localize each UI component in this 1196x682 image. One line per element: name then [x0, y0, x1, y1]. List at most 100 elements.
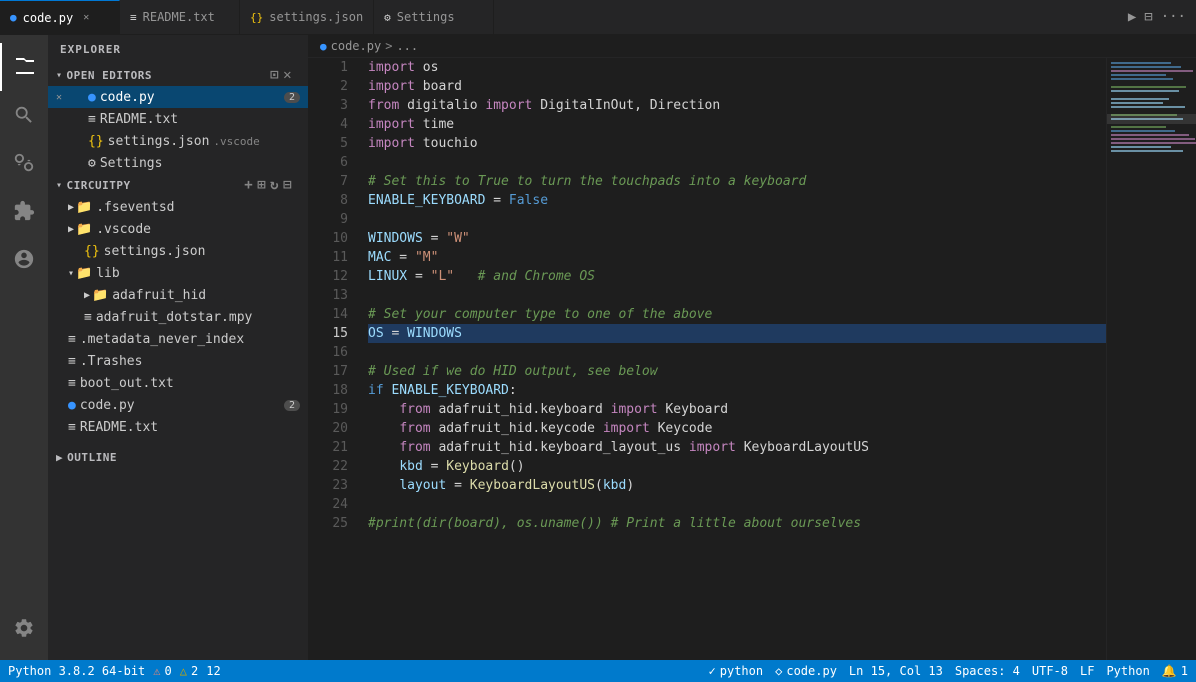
folder-icon: 📁 — [92, 288, 108, 303]
file-boot-out[interactable]: ≡ boot_out.txt — [48, 372, 308, 394]
code-icon: ◇ — [775, 664, 782, 678]
refresh-icon[interactable]: ↻ — [270, 177, 279, 193]
settings-icon: ⚙ — [384, 11, 391, 24]
tab-settings-json[interactable]: {} settings.json — [240, 0, 374, 35]
remote-icon — [13, 248, 35, 270]
circuitpy-section[interactable]: ▾ CIRCUITPY + ⊞ ↻ ⊟ — [48, 174, 308, 196]
python-version-item[interactable]: Python 3.8.2 64-bit — [8, 664, 145, 678]
spaces: Spaces: 4 — [955, 664, 1020, 678]
code-line-15: OS = WINDOWS — [368, 324, 1106, 343]
code-line-17: # Used if we do HID output, see below — [368, 362, 1106, 381]
encoding-item[interactable]: UTF-8 — [1032, 664, 1068, 678]
activity-bar — [0, 35, 48, 660]
info-item[interactable]: 12 — [206, 664, 220, 678]
code-line-24 — [368, 495, 1106, 514]
line-num: 9 — [308, 210, 348, 229]
lang-mode-item[interactable]: Python — [1106, 664, 1149, 678]
position-item[interactable]: Ln 15, Col 13 — [849, 664, 943, 678]
extensions-activity-item[interactable] — [0, 187, 48, 235]
code-line-11: MAC = "M" — [368, 248, 1106, 267]
collapse-all-icon[interactable]: ⊟ — [283, 177, 292, 193]
python-version: Python 3.8.2 64-bit — [8, 664, 145, 678]
line-num: 2 — [308, 77, 348, 96]
settings-activity-item[interactable] — [0, 604, 48, 652]
code-content[interactable]: import os import board from digitalio im… — [358, 58, 1106, 660]
file-name: Settings — [100, 156, 163, 171]
save-all-icon[interactable]: ⊡ — [270, 67, 279, 83]
search-activity-item[interactable] — [0, 91, 48, 139]
code-line-22: kbd = Keyboard() — [368, 457, 1106, 476]
spaces-item[interactable]: Spaces: 4 — [955, 664, 1020, 678]
line-num: 25 — [308, 514, 348, 533]
outline-section[interactable]: ▶ OUTLINE — [48, 446, 308, 468]
explorer-activity-item[interactable] — [0, 43, 48, 91]
file-code-py[interactable]: ● code.py 2 — [48, 394, 308, 416]
line-num: 20 — [308, 419, 348, 438]
new-file-icon[interactable]: + — [244, 177, 253, 193]
folder-name: adafruit_hid — [112, 288, 206, 303]
status-right: ✓ python ◇ code.py Ln 15, Col 13 Spaces:… — [709, 664, 1188, 678]
line-num: 6 — [308, 153, 348, 172]
source-control-activity-item[interactable] — [0, 139, 48, 187]
warning-icon: △ — [180, 664, 187, 678]
py-icon: ● — [10, 11, 17, 24]
line-num: 5 — [308, 134, 348, 153]
run-button[interactable]: ▶ — [1128, 9, 1136, 25]
line-num: 10 — [308, 229, 348, 248]
code-line-16 — [368, 343, 1106, 362]
search-icon — [13, 104, 35, 126]
open-file-readme[interactable]: ≡ README.txt — [48, 108, 308, 130]
line-num: 1 — [308, 58, 348, 77]
warnings-item[interactable]: △ 2 — [180, 664, 198, 678]
file-trashes[interactable]: ≡ .Trashes — [48, 350, 308, 372]
bell-icon[interactable]: 🔔 1 — [1162, 664, 1188, 678]
folder-lib[interactable]: ▾ 📁 lib — [48, 262, 308, 284]
file-vscode-settings[interactable]: {} settings.json — [48, 240, 308, 262]
file-name: code.py — [80, 398, 135, 413]
open-file-settings[interactable]: ⚙ Settings — [48, 152, 308, 174]
errors-item[interactable]: ⚠ 0 — [153, 664, 171, 678]
tab-close-btn[interactable]: ✕ — [83, 12, 89, 23]
line-ending-item[interactable]: LF — [1080, 664, 1094, 678]
breadcrumb-context: ... — [396, 39, 418, 53]
code-line-25: #print(dir(board), os.uname()) # Print a… — [368, 514, 1106, 533]
file-readme[interactable]: ≡ README.txt — [48, 416, 308, 438]
folder-adafruit-hid[interactable]: ▶ 📁 adafruit_hid — [48, 284, 308, 306]
open-file-code-py[interactable]: ✕ ● code.py 2 — [48, 86, 308, 108]
split-editor-button[interactable]: ⊟ — [1144, 9, 1152, 25]
python-lang: python — [720, 664, 763, 678]
line-num: 17 — [308, 362, 348, 381]
open-file-settings-json[interactable]: {} settings.json .vscode — [48, 130, 308, 152]
file-name: README.txt — [80, 420, 158, 435]
chevron-right-icon: ▶ — [56, 451, 63, 464]
file-adafruit-dotstar[interactable]: ≡ adafruit_dotstar.mpy — [48, 306, 308, 328]
close-all-icon[interactable]: ✕ — [283, 67, 292, 83]
status-left: Python 3.8.2 64-bit ⚠ 0 △ 2 12 — [8, 664, 221, 678]
tab-readme[interactable]: ≡ README.txt — [120, 0, 240, 35]
file-name: .Trashes — [80, 354, 143, 369]
files-icon — [13, 55, 37, 79]
chevron-down-icon: ▾ — [68, 268, 74, 279]
tab-code-py[interactable]: ● code.py ✕ — [0, 0, 120, 35]
folder-fseventsd[interactable]: ▶ 📁 .fseventsd — [48, 196, 308, 218]
chevron-down-icon: ▾ — [56, 180, 63, 191]
code-line-3: from digitalio import DigitalInOut, Dire… — [368, 96, 1106, 115]
open-editors-section[interactable]: ▾ OPEN EDITORS ⊡ ✕ — [48, 64, 308, 86]
remote-activity-item[interactable] — [0, 235, 48, 283]
file-metadata[interactable]: ≡ .metadata_never_index — [48, 328, 308, 350]
new-folder-icon[interactable]: ⊞ — [257, 177, 266, 193]
tab-settings[interactable]: ⚙ Settings — [374, 0, 494, 35]
breadcrumb-separator: > — [385, 39, 392, 53]
status-bar: Python 3.8.2 64-bit ⚠ 0 △ 2 12 ✓ python … — [0, 660, 1196, 682]
python-lang-item[interactable]: ✓ python — [709, 664, 764, 678]
file-name: code.py — [786, 664, 837, 678]
more-actions-button[interactable]: ··· — [1161, 9, 1186, 25]
file-item[interactable]: ◇ code.py — [775, 664, 837, 678]
position: Ln 15, Col 13 — [849, 664, 943, 678]
close-icon[interactable]: ✕ — [56, 92, 62, 103]
line-num: 4 — [308, 115, 348, 134]
folder-vscode[interactable]: ▶ 📁 .vscode — [48, 218, 308, 240]
code-editor: 1 2 3 4 5 6 7 8 9 10 11 12 13 14 15 16 1 — [308, 58, 1196, 660]
bell: 🔔 — [1162, 664, 1177, 678]
section-label: CIRCUITPY — [67, 179, 131, 192]
